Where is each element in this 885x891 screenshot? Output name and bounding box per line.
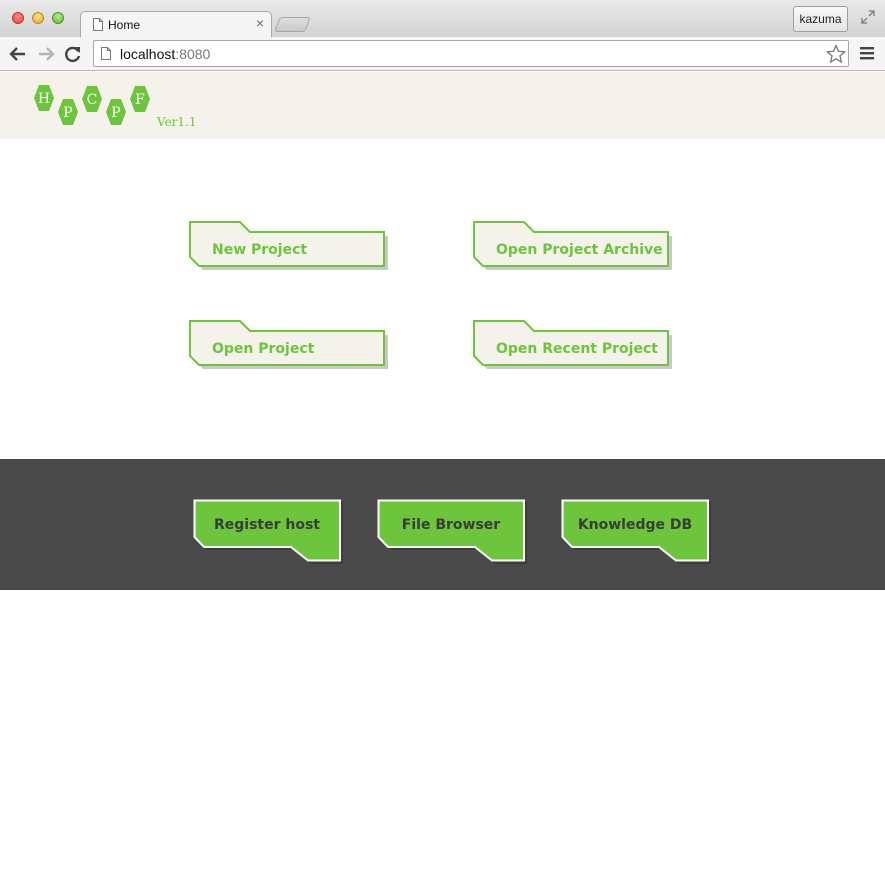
open-project-archive-button[interactable]: Open Project Archive bbox=[472, 220, 674, 272]
open-project-button[interactable]: Open Project bbox=[188, 319, 390, 371]
browser-tab-home[interactable]: Home × bbox=[80, 11, 272, 38]
open-recent-project-label: Open Recent Project bbox=[496, 341, 658, 357]
close-tab-icon[interactable]: × bbox=[256, 15, 264, 31]
logo-letter: F bbox=[135, 92, 145, 108]
minimize-window-button[interactable] bbox=[32, 12, 44, 24]
knowledge-db-label: Knowledge DB bbox=[577, 517, 693, 533]
open-project-archive-label: Open Project Archive bbox=[496, 242, 663, 258]
url-port: :8080 bbox=[175, 46, 211, 62]
register-host-label: Register host bbox=[213, 517, 320, 533]
open-recent-project-button[interactable]: Open Recent Project bbox=[472, 319, 674, 371]
version-label: Ver1.1 bbox=[156, 115, 197, 129]
logo-letter: P bbox=[63, 105, 72, 121]
register-host-button[interactable]: Register host bbox=[193, 499, 343, 564]
new-tab-button[interactable] bbox=[274, 17, 311, 32]
new-project-button[interactable]: New Project bbox=[188, 220, 390, 272]
close-window-button[interactable] bbox=[12, 12, 24, 24]
hpcpf-logo: H P C P F Ver1.1 bbox=[34, 85, 197, 129]
zoom-window-button[interactable] bbox=[52, 12, 64, 24]
address-bar[interactable]: localhost:8080 bbox=[93, 40, 849, 67]
logo-letter: C bbox=[87, 92, 98, 108]
fullscreen-icon[interactable] bbox=[860, 9, 876, 25]
logo-letter: P bbox=[111, 105, 120, 121]
new-project-label: New Project bbox=[212, 242, 308, 258]
knowledge-db-button[interactable]: Knowledge DB bbox=[561, 499, 711, 564]
open-project-label: Open Project bbox=[212, 341, 315, 357]
file-browser-label: File Browser bbox=[401, 517, 501, 533]
menu-icon[interactable] bbox=[859, 45, 875, 61]
bookmark-star-icon[interactable] bbox=[826, 44, 846, 64]
reload-icon[interactable] bbox=[63, 44, 83, 64]
page-icon bbox=[93, 18, 103, 31]
file-browser-button[interactable]: File Browser bbox=[377, 499, 527, 564]
back-arrow-icon[interactable] bbox=[8, 44, 28, 64]
forward-arrow-icon[interactable] bbox=[36, 44, 56, 64]
url-text: localhost:8080 bbox=[120, 46, 210, 62]
url-host: localhost bbox=[120, 46, 176, 62]
tab-title: Home bbox=[108, 18, 141, 32]
page-icon bbox=[101, 47, 111, 60]
logo-letter: H bbox=[38, 91, 50, 107]
profile-button[interactable]: kazuma bbox=[793, 6, 848, 32]
